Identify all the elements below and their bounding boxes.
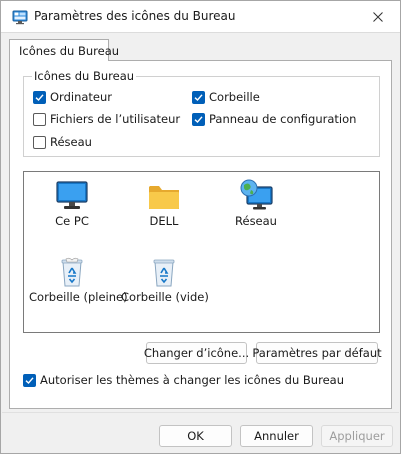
checkbox-network[interactable]: Réseau [33, 135, 92, 149]
icon-label: DELL [149, 214, 179, 228]
checkbox-recycle-bin[interactable]: Corbeille [192, 90, 260, 104]
icon-label: Réseau [235, 214, 277, 228]
checkbox-box[interactable] [33, 112, 46, 126]
checkbox-control-panel[interactable]: Panneau de configuration [192, 112, 356, 126]
checkbox-box[interactable] [23, 373, 36, 387]
checkbox-label: Fichiers de l’utilisateur [50, 112, 181, 126]
apply-button[interactable]: Appliquer [321, 425, 393, 447]
icon-label: Ce PC [55, 214, 89, 228]
checkbox-label: Panneau de configuration [209, 112, 357, 126]
icon-item-network[interactable]: Réseau [213, 177, 299, 228]
network-globe-icon [240, 179, 273, 210]
checkbox-user-files[interactable]: Fichiers de l’utilisateur [33, 112, 180, 126]
tab-desktop-icons[interactable]: Icônes du Bureau [9, 39, 119, 61]
checkbox-label: Autoriser les thèmes à changer les icône… [40, 373, 344, 387]
checkbox-label: Réseau [50, 135, 92, 149]
checkmark-icon [194, 115, 203, 123]
desktop-settings-icon [12, 10, 28, 25]
recycle-bin-empty-icon [153, 259, 175, 287]
icon-item-recycle-bin-empty[interactable]: Corbeille (vide) [121, 253, 209, 304]
icon-item-dell[interactable]: DELL [121, 177, 207, 228]
checkbox-box[interactable] [192, 90, 205, 104]
checkbox-box[interactable] [192, 112, 205, 126]
restore-defaults-button[interactable]: Paramètres par défaut [252, 342, 382, 364]
checkbox-box[interactable] [33, 135, 46, 149]
checkbox-label: Ordinateur [50, 90, 113, 104]
icon-item-this-pc[interactable]: Ce PC [29, 177, 115, 228]
folder-icon [149, 186, 179, 209]
checkbox-box[interactable] [33, 90, 46, 104]
icon-item-recycle-bin-full[interactable]: Corbeille (pleine) [29, 253, 128, 304]
checkmark-icon [35, 93, 44, 101]
checkbox-allow-themes[interactable]: Autoriser les thèmes à changer les icône… [23, 373, 344, 387]
checkmark-icon [194, 93, 203, 101]
checkmark-icon [25, 376, 34, 384]
footer-divider [2, 412, 399, 413]
group-legend: Icônes du Bureau [32, 69, 137, 83]
ok-button[interactable]: OK [159, 425, 232, 447]
checkbox-label: Corbeille [209, 90, 260, 104]
icon-label: Corbeille (vide) [121, 290, 209, 304]
close-icon [373, 11, 383, 22]
title-bar[interactable]: Paramètres des icônes du Bureau [1, 1, 400, 33]
window-title: Paramètres des icônes du Bureau [34, 9, 236, 23]
checkbox-computer[interactable]: Ordinateur [33, 90, 112, 104]
dialog-window: Paramètres des icônes du Bureau Icônes d… [0, 0, 401, 454]
icon-label: Corbeille (pleine) [29, 290, 128, 304]
monitor-icon [56, 181, 88, 209]
recycle-bin-full-icon [61, 257, 83, 287]
close-button[interactable] [356, 1, 400, 32]
cancel-button[interactable]: Annuler [240, 425, 313, 447]
tab-label: Icônes du Bureau [19, 44, 120, 58]
change-icon-button[interactable]: Changer d’icône... [144, 342, 249, 364]
